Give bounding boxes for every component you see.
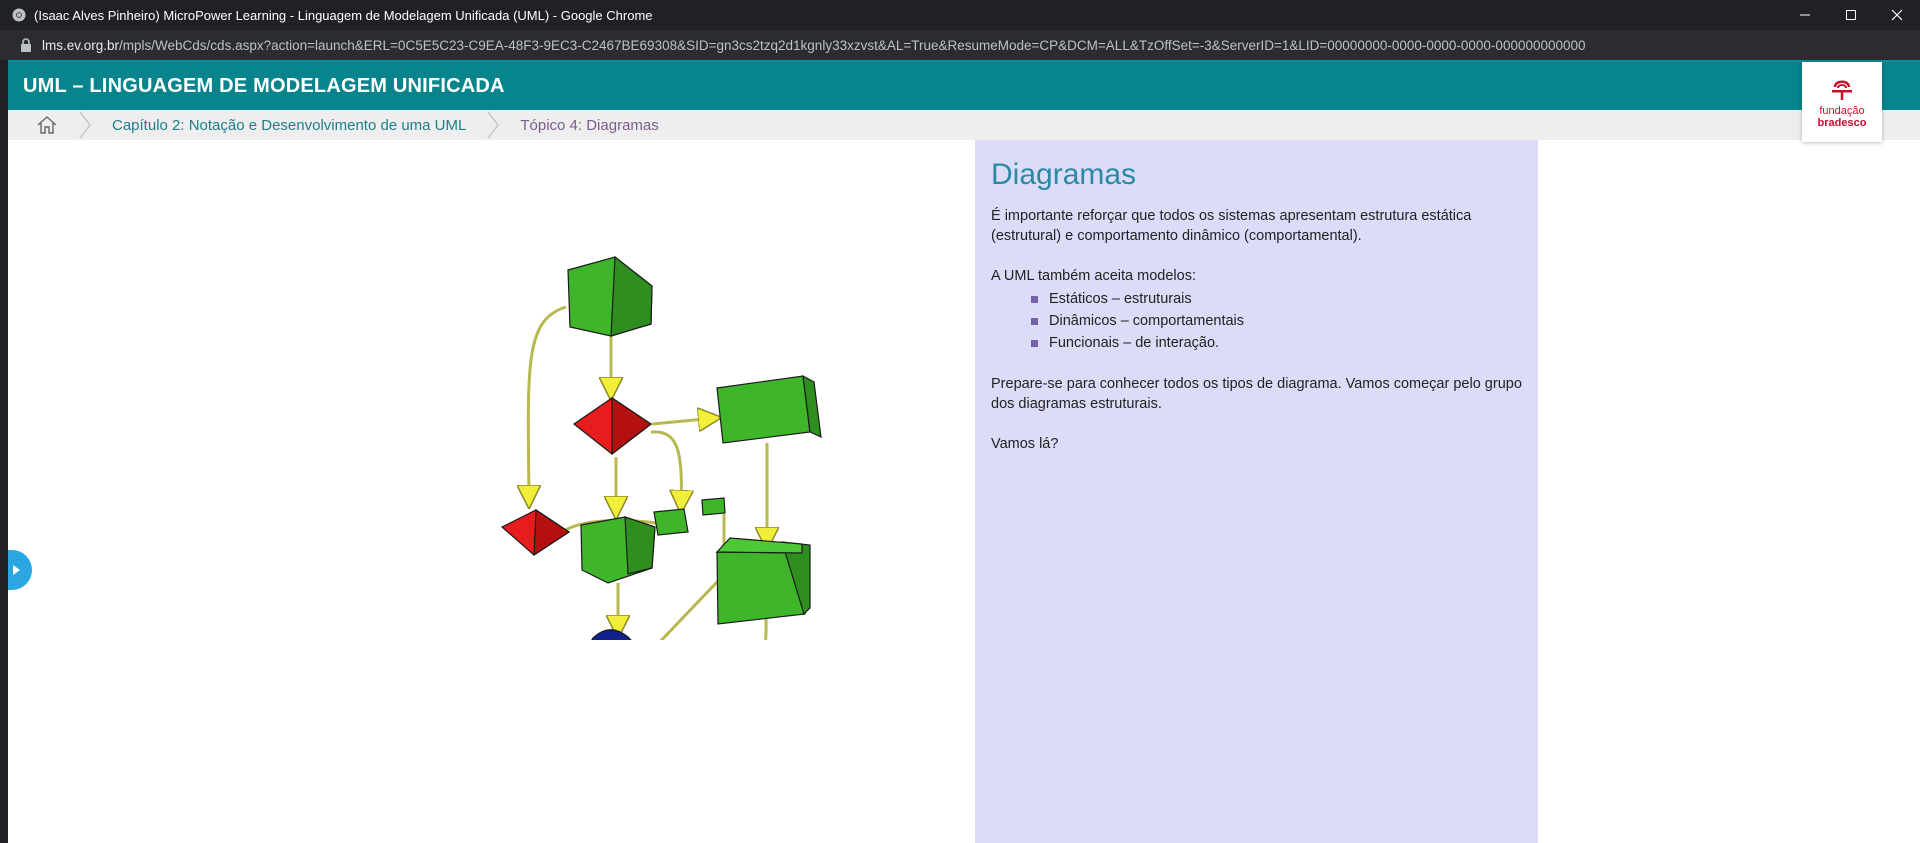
breadcrumb-topic: Tópico 4: Diagramas: [520, 116, 659, 134]
browser-title-bar: (Isaac Alves Pinheiro) MicroPower Learni…: [0, 0, 1920, 30]
page-viewport: UML – LINGUAGEM DE MODELAGEM UNIFICADA C…: [8, 60, 1920, 843]
models-intro: A UML também aceita modelos:: [991, 268, 1196, 284]
address-bar[interactable]: lms.ev.org.br/mpls/WebCds/cds.aspx?actio…: [0, 30, 1920, 60]
intro-paragraph: É importante reforçar que todos os siste…: [991, 208, 1472, 244]
minimize-button[interactable]: [1782, 0, 1828, 30]
minimize-icon: [1800, 14, 1810, 16]
list-item: Estáticos – estruturais: [1031, 288, 1522, 310]
lock-icon: [21, 38, 31, 52]
chevron-right-icon: [487, 111, 500, 139]
fundacao-bradesco-logo: fundação bradesco: [1802, 62, 1882, 142]
close-window-button[interactable]: [1874, 0, 1920, 30]
models-list: Estáticos – estruturais Dinâmicos – comp…: [1031, 288, 1522, 354]
breadcrumb: Capítulo 2: Notação e Desenvolvimento de…: [8, 110, 1920, 140]
chrome-logo-icon: [12, 8, 26, 22]
sidebar-toggle-button[interactable]: [8, 550, 32, 590]
course-header: UML – LINGUAGEM DE MODELAGEM UNIFICADA: [8, 62, 1920, 110]
url-domain: lms.ev.org.br: [42, 37, 120, 53]
course-title: UML – LINGUAGEM DE MODELAGEM UNIFICADA: [23, 74, 505, 97]
chevron-right-icon: [79, 111, 91, 139]
uml-diagram-illustration: [500, 255, 822, 640]
lesson-content-panel: Diagramas É importante reforçar que todo…: [975, 140, 1538, 843]
url-path: /mpls/WebCds/cds.aspx?action=launch&ERL=…: [119, 37, 1586, 53]
bradesco-logo-icon: [1832, 80, 1852, 100]
window-title: (Isaac Alves Pinheiro) MicroPower Learni…: [34, 7, 653, 23]
closing-paragraph: Vamos lá?: [991, 436, 1059, 452]
logo-text-bradesco: bradesco: [1817, 117, 1867, 129]
logo-text-fundacao: fundação: [1819, 105, 1865, 117]
play-arrow-icon: [13, 565, 20, 575]
lesson-title: Diagramas: [991, 158, 1137, 191]
list-item: Funcionais – de interação.: [1031, 332, 1522, 354]
list-item: Dinâmicos – comportamentais: [1031, 310, 1522, 332]
url-text[interactable]: lms.ev.org.br/mpls/WebCds/cds.aspx?actio…: [42, 38, 1586, 53]
home-icon[interactable]: [36, 114, 58, 136]
maximize-button[interactable]: [1828, 0, 1874, 30]
close-icon: [1891, 9, 1903, 21]
breadcrumb-chapter[interactable]: Capítulo 2: Notação e Desenvolvimento de…: [112, 117, 466, 134]
maximize-icon: [1846, 10, 1856, 20]
prepare-paragraph: Prepare-se para conhecer todos os tipos …: [991, 376, 1522, 412]
